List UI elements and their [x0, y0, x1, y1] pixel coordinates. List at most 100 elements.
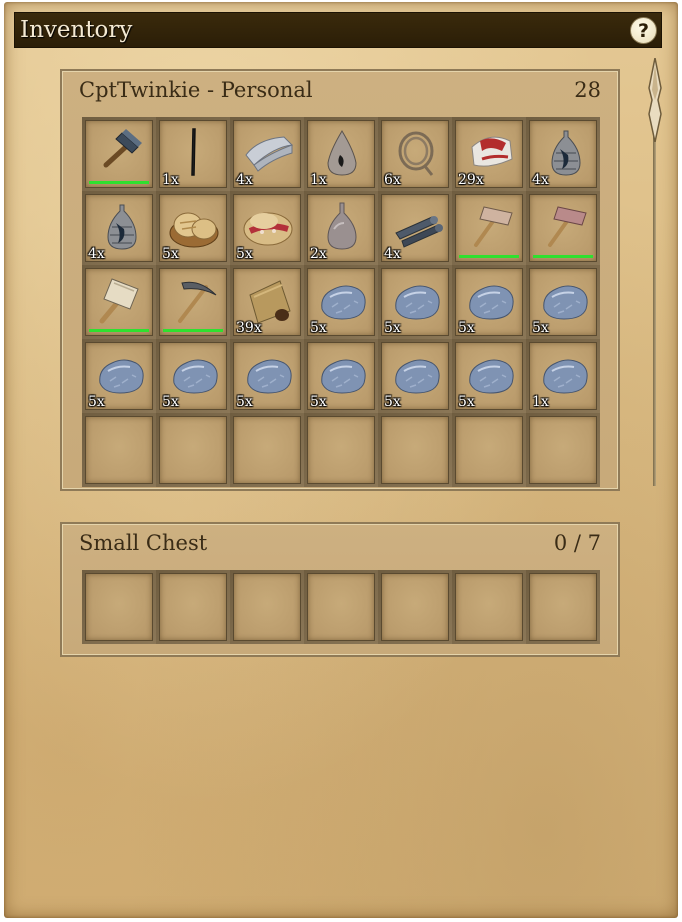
stone-icon [321, 359, 366, 394]
item-quantity: 1x [162, 172, 179, 188]
slot-frame [529, 573, 597, 641]
slot-frame [455, 416, 523, 484]
stone-icon [469, 285, 514, 320]
inventory-slot[interactable]: 1x [156, 117, 230, 191]
slot-frame [85, 268, 153, 336]
stone-icon [469, 359, 514, 394]
inventory-slot[interactable]: 4x [526, 117, 600, 191]
slot-frame: 5x [381, 342, 449, 410]
inventory-slot[interactable]: 5x [452, 265, 526, 339]
chest-slot[interactable] [378, 570, 452, 644]
inventory-slot[interactable] [378, 413, 452, 487]
inventory-slot[interactable] [156, 265, 230, 339]
slot-frame [233, 416, 301, 484]
scrollbar-thumb[interactable] [646, 58, 664, 142]
capacity-count: 0 / 7 [553, 531, 601, 555]
inventory-slot[interactable] [526, 413, 600, 487]
inventory-slot[interactable]: 5x [82, 339, 156, 413]
stone-icon [247, 359, 292, 394]
slot-frame [381, 416, 449, 484]
slot-frame [455, 573, 523, 641]
durability-fill [89, 181, 149, 184]
inventory-slot[interactable]: 6x [378, 117, 452, 191]
slot-frame [159, 268, 227, 336]
scrollbar-track[interactable] [653, 86, 656, 486]
chest-slot[interactable] [452, 570, 526, 644]
inventory-slot[interactable] [82, 117, 156, 191]
stone-icon [173, 359, 218, 394]
slot-frame: 5x [233, 342, 301, 410]
inventory-slot[interactable]: 2x [304, 191, 378, 265]
stone-icon [543, 285, 588, 320]
slot-frame: 1x [529, 342, 597, 410]
item-quantity: 5x [458, 394, 475, 410]
durability-fill [533, 255, 593, 258]
item-quantity: 6x [384, 172, 401, 188]
slot-frame [159, 573, 227, 641]
inventory-slot[interactable]: 29x [452, 117, 526, 191]
item-quantity: 4x [236, 172, 253, 188]
inventory-slot[interactable] [230, 413, 304, 487]
item-quantity: 5x [162, 246, 179, 262]
item-count: 28 [574, 78, 601, 102]
slot-frame [85, 573, 153, 641]
help-button[interactable]: ? [630, 17, 657, 44]
inventory-slot[interactable]: 5x [230, 339, 304, 413]
inventory-slot[interactable]: 4x [230, 117, 304, 191]
inventory-slot[interactable]: 5x [304, 339, 378, 413]
slot-frame: 1x [159, 120, 227, 188]
chest-slot[interactable] [156, 570, 230, 644]
bread-icon [169, 212, 219, 248]
window-title: Inventory [20, 17, 133, 43]
inventory-slot[interactable] [304, 413, 378, 487]
inventory-slot[interactable] [452, 413, 526, 487]
chest-slot[interactable] [304, 570, 378, 644]
inventory-slot[interactable]: 5x [378, 339, 452, 413]
inventory-slot[interactable]: 5x [526, 265, 600, 339]
title-bar[interactable]: Inventory ? [14, 12, 662, 48]
rope-icon [398, 131, 434, 176]
slot-frame: 29x [455, 120, 523, 188]
chest-slot[interactable] [82, 570, 156, 644]
inventory-slot[interactable]: 39x [230, 265, 304, 339]
inventory-slot[interactable]: 1x [526, 339, 600, 413]
item-quantity: 4x [88, 246, 105, 262]
stone-icon [321, 285, 366, 320]
slot-frame: 2x [307, 194, 375, 262]
hammer-icon [103, 129, 142, 168]
inventory-slot[interactable]: 5x [156, 339, 230, 413]
item-quantity: 1x [532, 394, 549, 410]
slot-frame [85, 416, 153, 484]
inventory-slot[interactable]: 5x [156, 191, 230, 265]
slot-frame: 4x [529, 120, 597, 188]
slot-frame: 5x [307, 268, 375, 336]
inventory-slot[interactable]: 5x [452, 339, 526, 413]
inventory-slot[interactable]: 5x [304, 265, 378, 339]
inventory-slot[interactable] [82, 413, 156, 487]
slot-frame [233, 573, 301, 641]
inventory-slot[interactable]: 5x [378, 265, 452, 339]
item-quantity: 4x [384, 246, 401, 262]
slot-frame: 39x [233, 268, 301, 336]
inventory-slot[interactable] [452, 191, 526, 265]
inventory-slot[interactable] [156, 413, 230, 487]
copper-hammer-icon [548, 206, 587, 247]
inventory-slot[interactable]: 1x [304, 117, 378, 191]
durability-fill [89, 329, 149, 332]
inventory-slot[interactable]: 4x [378, 191, 452, 265]
personal-slot-grid: 1x 4x 1x 6x 29x 4x 4x 5x 5x 2x 4x 39x 5x… [82, 117, 600, 487]
inventory-slot[interactable] [526, 191, 600, 265]
chest-slot[interactable] [230, 570, 304, 644]
slot-frame: 5x [233, 194, 301, 262]
inventory-slot[interactable]: 4x [82, 191, 156, 265]
item-quantity: 2x [310, 246, 327, 262]
slot-frame: 5x [159, 194, 227, 262]
waterskin-icon [107, 204, 137, 250]
inventory-slot[interactable] [82, 265, 156, 339]
inventory-slot[interactable]: 5x [230, 191, 304, 265]
slot-frame: 5x [381, 268, 449, 336]
item-quantity: 5x [310, 394, 327, 410]
slot-frame: 4x [233, 120, 301, 188]
item-quantity: 39x [236, 320, 262, 336]
chest-slot[interactable] [526, 570, 600, 644]
